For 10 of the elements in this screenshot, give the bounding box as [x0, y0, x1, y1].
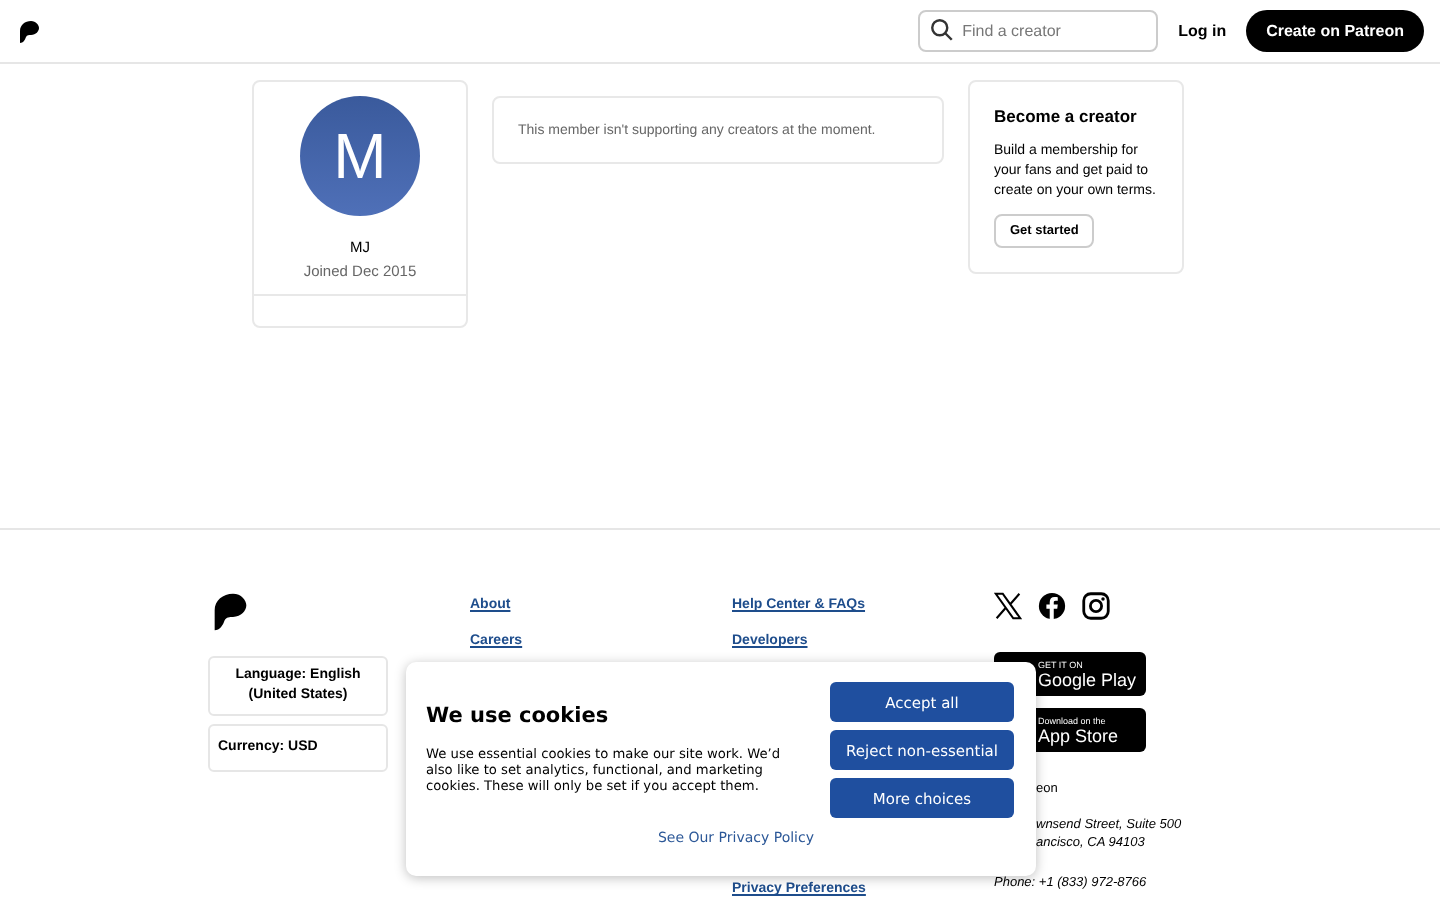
search-field[interactable]: Find a creator: [918, 10, 1159, 52]
create-button[interactable]: Create on Patreon: [1246, 10, 1424, 52]
logo-icon[interactable]: [16, 19, 40, 43]
avatar: M: [300, 96, 420, 216]
instagram-icon[interactable]: [1082, 592, 1110, 620]
x-icon[interactable]: [994, 592, 1022, 620]
login-button[interactable]: Log in: [1170, 14, 1235, 48]
dialog-title: We use cookies: [426, 704, 611, 728]
promo-title: Become a creator: [994, 106, 1137, 126]
facebook-icon[interactable]: [1038, 592, 1066, 620]
